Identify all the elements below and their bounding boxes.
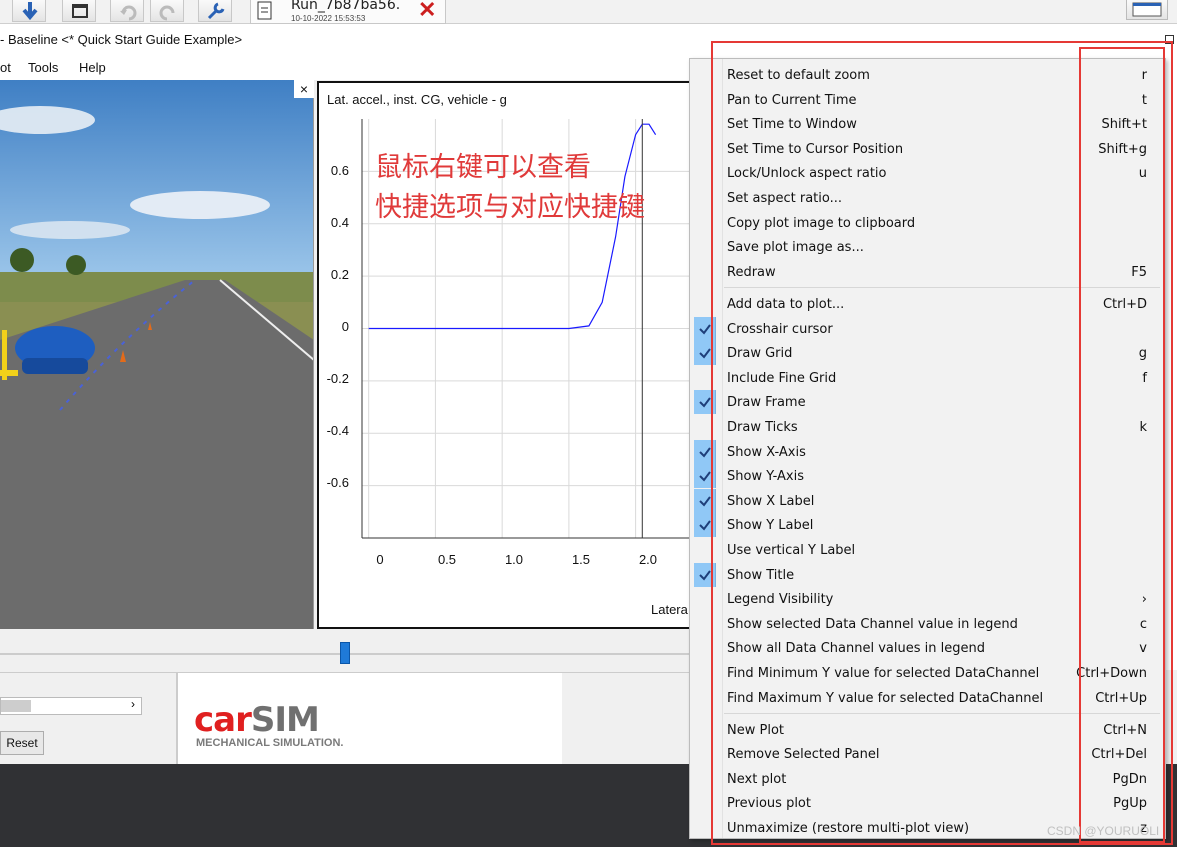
annotation-line-1: 鼠标右键可以查看 xyxy=(375,152,591,183)
logo-subtitle: MECHANICAL SIMULATION. xyxy=(196,737,344,749)
document-icon xyxy=(257,1,272,20)
watermark: CSDN @YOURUOLI xyxy=(1047,824,1160,838)
redo-icon xyxy=(159,5,175,21)
animation-viewport[interactable] xyxy=(0,80,314,629)
settings-button[interactable] xyxy=(198,0,232,22)
annotation-line-2: 快捷选项与对应快捷键 xyxy=(375,192,645,223)
x-axis-label: Latera xyxy=(651,602,688,617)
y-tick-label: 0 xyxy=(341,319,349,334)
horizontal-scrollbar[interactable]: › xyxy=(0,697,142,715)
reset-button[interactable]: Reset xyxy=(0,731,44,755)
window-title: - Baseline <* Quick Start Guide Example> xyxy=(0,32,243,47)
run-selector[interactable]: Run_7b87ba56. 10-10-2022 15:53:53 xyxy=(250,0,446,24)
undo-icon xyxy=(120,5,137,21)
redo-button[interactable] xyxy=(150,0,184,22)
plot-panel[interactable]: Lat. accel., inst. CG, vehicle - g 0.6 0… xyxy=(317,81,691,629)
slider-thumb[interactable] xyxy=(340,642,350,664)
x-tick-label: 0 xyxy=(376,552,384,567)
x-tick-label: 2.0 xyxy=(638,552,658,567)
download-button[interactable] xyxy=(12,0,46,22)
app-window: { "toolbar": { "run_name": "Run_7b87ba56… xyxy=(0,0,1177,847)
run-date: 10-10-2022 15:53:53 xyxy=(291,14,366,23)
window-button[interactable] xyxy=(62,0,96,22)
viewport-close-icon[interactable]: × xyxy=(294,80,314,98)
x-tick-label: 1.5 xyxy=(571,552,591,567)
layout-button[interactable] xyxy=(1126,0,1168,20)
scroll-thumb[interactable] xyxy=(1,700,31,712)
slider-track xyxy=(0,653,700,655)
menu-tools[interactable]: Tools xyxy=(28,60,58,75)
run-name: Run_7b87ba56. xyxy=(291,0,401,13)
y-tick-label: -0.4 xyxy=(326,423,349,438)
carsim-logo: carSIM xyxy=(194,700,320,740)
y-tick-label: 0.4 xyxy=(330,215,349,230)
window-icon xyxy=(72,4,88,18)
menu-help[interactable]: Help xyxy=(79,60,106,75)
down-arrow-icon xyxy=(22,2,38,21)
scroll-right-icon[interactable]: › xyxy=(131,697,135,711)
y-tick-label: -0.6 xyxy=(326,475,349,490)
undo-button[interactable] xyxy=(110,0,144,22)
time-slider[interactable] xyxy=(0,629,700,673)
highlight-box-shortcuts xyxy=(1079,47,1165,843)
y-tick-label: 0.6 xyxy=(330,163,349,178)
wrench-icon xyxy=(207,2,225,20)
x-tick-label: 1.0 xyxy=(504,552,524,567)
road-scene-image xyxy=(0,80,313,629)
x-tick-label: 0.5 xyxy=(437,552,457,567)
layout-icon xyxy=(1132,2,1162,17)
menu-plot[interactable]: ot xyxy=(0,60,11,75)
toolbar: Run_7b87ba56. 10-10-2022 15:53:53 ✕ xyxy=(0,0,1177,24)
y-tick-label: -0.2 xyxy=(326,371,349,386)
close-run-icon[interactable]: ✕ xyxy=(418,0,436,22)
y-tick-label: 0.2 xyxy=(330,267,349,282)
